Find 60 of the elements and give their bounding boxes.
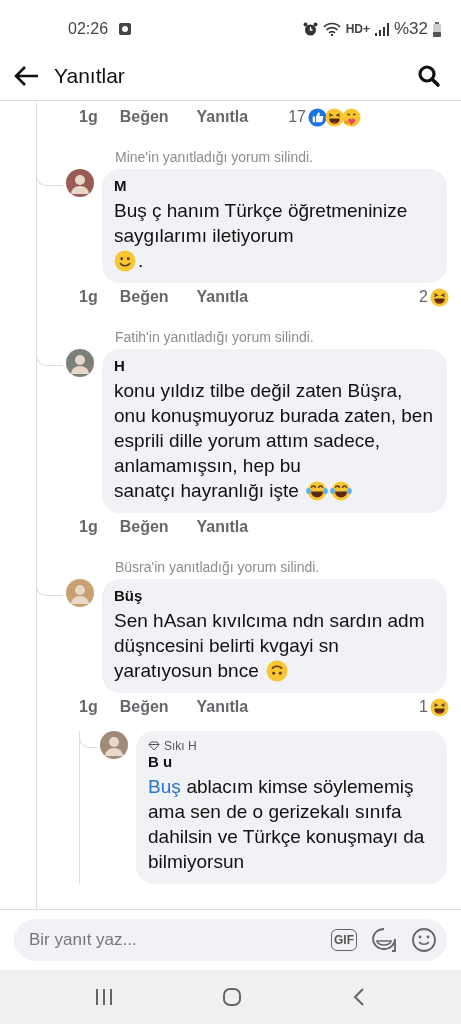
sticker-icon[interactable] (371, 927, 397, 953)
smiling-emoji-icon (114, 249, 136, 272)
author-name[interactable]: H (114, 357, 435, 374)
upside-down-emoji-icon (265, 659, 288, 682)
laughing-reaction-icon (324, 107, 344, 127)
comment-text: sanatçı hayranlığı işte (114, 479, 299, 503)
laughing-reaction-icon (430, 697, 449, 717)
author-name[interactable]: B u (148, 753, 435, 770)
comment-text: yaratıyosun bnce (114, 659, 259, 683)
like-button[interactable]: Beğen (119, 108, 169, 126)
comment-time: 1g (79, 288, 98, 306)
battery-icon (433, 21, 441, 37)
reply-button[interactable]: Yanıtla (196, 108, 249, 126)
avatar[interactable] (66, 349, 94, 377)
alarm-icon (302, 21, 318, 37)
diamond-icon (148, 741, 160, 751)
comment-time: 1g (79, 108, 98, 126)
author-name[interactable]: M (114, 177, 435, 194)
reaction-count: 2 (419, 288, 428, 306)
laughing-reaction-icon (430, 287, 449, 307)
comment-text: Buş ablacım kimse söylememiş ama sen de o gerizekalı sınıfa dahilsin ve Türkçe konuşmayı da bilmiyorsun (148, 775, 426, 874)
wifi-icon (322, 22, 341, 36)
search-icon[interactable] (417, 64, 441, 88)
home-icon[interactable] (222, 987, 243, 1007)
status-time: 02:26 (68, 20, 109, 38)
comment-text: . (138, 249, 144, 273)
laughing-tears-emoji-icon (305, 479, 328, 502)
deleted-comment-notice: Mine'in yanıtladığı yorum silindi. (114, 148, 314, 167)
back-icon[interactable] (352, 987, 367, 1007)
avatar[interactable] (100, 731, 128, 759)
emoji-icon[interactable] (411, 927, 437, 953)
network-label: HD+ (345, 22, 370, 36)
like-button[interactable]: Beğen (119, 698, 169, 716)
reply-button[interactable]: Yanıtla (196, 518, 249, 536)
deleted-comment-notice: Fatih'in yanıtladığı yorum silindi. (114, 328, 315, 347)
like-button[interactable]: Beğen (119, 288, 169, 306)
battery-percent: %32 (393, 19, 428, 39)
like-reaction-icon (307, 107, 327, 127)
notification-icon (119, 23, 132, 35)
comment-text: Buş ç hanım Türkçe öğretmeninize saygılarımı iletiyorum (114, 199, 409, 248)
like-button[interactable]: Beğen (119, 518, 169, 536)
recent-apps-icon[interactable] (94, 988, 113, 1006)
comment-time: 1g (79, 698, 98, 716)
mention-link[interactable]: Buş (148, 776, 181, 797)
hugging-reaction-icon (341, 107, 361, 127)
reaction-count: 1 (419, 698, 428, 716)
reaction-count: 17 (288, 108, 306, 126)
deleted-comment-notice: Büsra'in yanıtladığı yorum silindi. (114, 558, 321, 577)
reply-button[interactable]: Yanıtla (196, 288, 249, 306)
author-name[interactable]: Büş (114, 587, 435, 604)
comment-time: 1g (79, 518, 98, 536)
avatar[interactable] (66, 169, 94, 197)
reply-input-field[interactable]: Bir yanıt yaz... GIF (14, 919, 447, 961)
laughing-tears-emoji-icon (329, 479, 352, 502)
back-arrow-icon[interactable] (14, 65, 40, 87)
page-title: Yanıtlar (54, 64, 126, 88)
reply-button[interactable]: Yanıtla (196, 698, 249, 716)
fan-label: Sıkı H (164, 739, 197, 753)
signal-icon (374, 22, 389, 36)
gif-button[interactable]: GIF (331, 929, 357, 951)
